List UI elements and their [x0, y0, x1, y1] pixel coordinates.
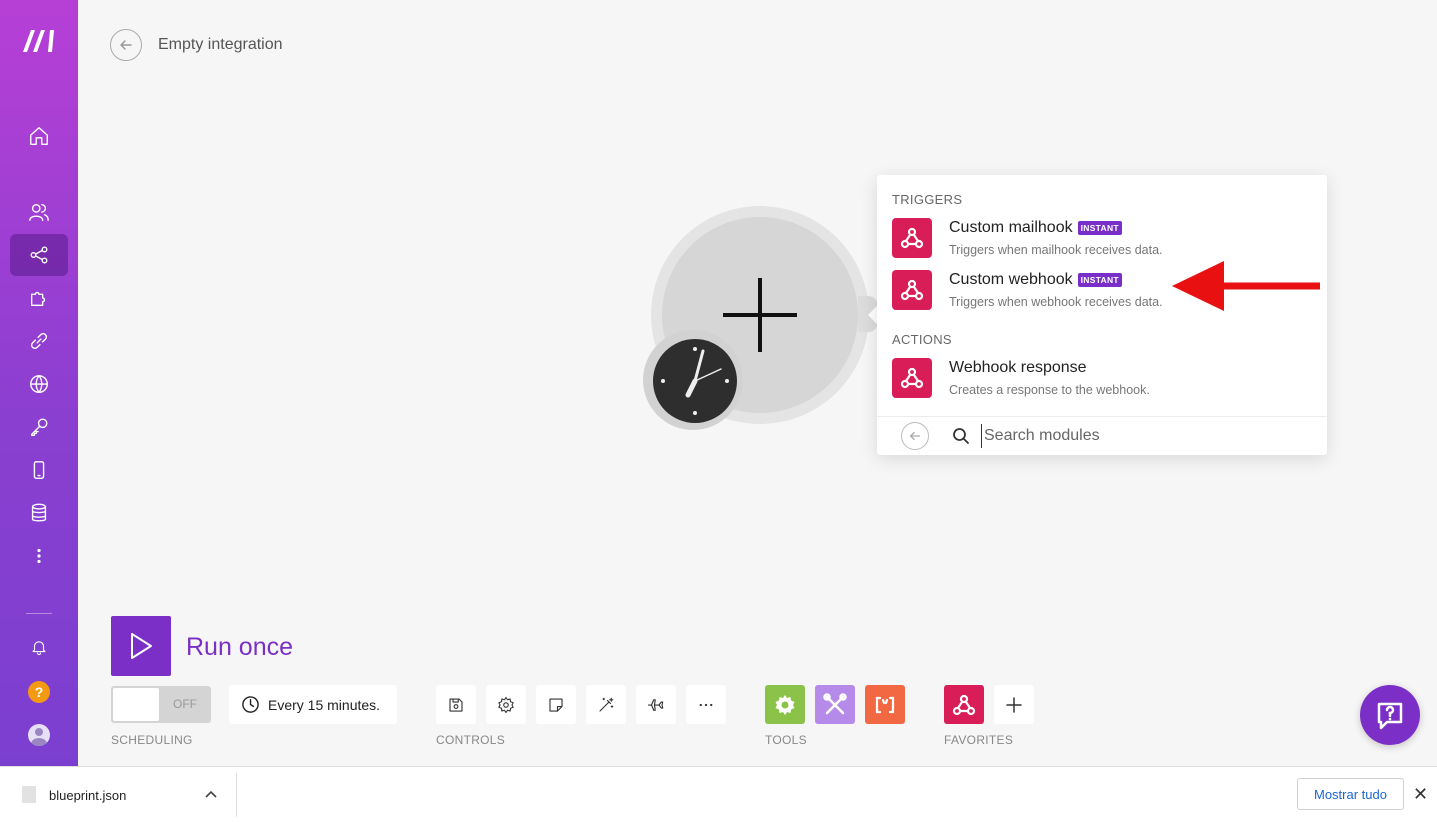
actions-section-label: ACTIONS [892, 332, 952, 347]
toggle-state: OFF [173, 697, 197, 711]
database-icon [31, 503, 47, 522]
module-title: Webhook response [949, 359, 1087, 376]
instant-badge: INSTANT [1077, 273, 1122, 287]
clock-icon [653, 339, 737, 423]
module-picker-popup: TRIGGERS Custom mailhook INSTANT Triggers… [877, 175, 1327, 455]
gear-icon [775, 694, 795, 715]
magic-wand-icon [599, 697, 614, 712]
plus-icon-h [723, 313, 797, 317]
tools-utilities-button[interactable] [815, 685, 855, 724]
webhook-icon [952, 694, 976, 715]
close-icon[interactable]: ✕ [1413, 784, 1428, 805]
scenarios-icon [30, 246, 48, 264]
arrow-left-icon [909, 431, 921, 441]
brackets-icon [875, 696, 895, 713]
sidebar-item-scenarios[interactable] [10, 234, 68, 276]
scheduling-toggle[interactable]: OFF [111, 686, 211, 723]
explain-flow-button[interactable] [636, 685, 676, 724]
save-icon [449, 697, 463, 712]
schedule-settings-button[interactable]: Every 15 minutes. [229, 685, 397, 724]
play-icon [131, 633, 152, 659]
module-description: Creates a response to the webhook. [949, 383, 1150, 397]
more-vertical-icon [37, 548, 41, 564]
make-logo[interactable] [21, 26, 57, 54]
module-title: Custom mailhook [949, 219, 1073, 236]
team-icon [29, 203, 49, 221]
key-icon [30, 418, 48, 436]
sidebar-item-apps[interactable] [10, 277, 68, 319]
phone-icon [33, 461, 45, 479]
clock-icon [242, 696, 259, 713]
sidebar-item-team[interactable] [10, 191, 68, 233]
sidebar: ? [0, 0, 78, 766]
sidebar-item-connections[interactable] [10, 320, 68, 362]
apps-icon [30, 291, 46, 307]
download-separator [236, 773, 237, 817]
sidebar-item-home[interactable] [10, 115, 68, 157]
help-chat-button[interactable] [1360, 685, 1420, 745]
save-button[interactable] [436, 685, 476, 724]
instant-badge: INSTANT [1077, 221, 1122, 235]
airplane-icon [647, 698, 664, 711]
download-file-name[interactable]: blueprint.json [49, 788, 126, 803]
sidebar-item-devices[interactable] [10, 449, 68, 491]
file-icon [22, 786, 36, 803]
settings-button[interactable] [486, 685, 526, 724]
sidebar-item-more[interactable] [10, 535, 68, 577]
page-title[interactable]: Empty integration [158, 36, 283, 54]
download-bar: blueprint.json Mostrar tudo ✕ [0, 766, 1437, 822]
webhook-icon [892, 358, 932, 398]
sidebar-item-keys[interactable] [10, 406, 68, 448]
module-description: Triggers when webhook receives data. [949, 295, 1163, 309]
chevron-up-icon[interactable] [205, 787, 217, 801]
scheduling-label: SCHEDULING [111, 733, 193, 747]
auto-align-button[interactable] [586, 685, 626, 724]
popup-divider [877, 416, 1327, 417]
help-icon[interactable]: ? [28, 681, 50, 703]
add-favorite-button[interactable] [994, 685, 1034, 724]
favorites-label: FAVORITES [944, 733, 1014, 747]
module-webhook-response[interactable]: Webhook response Creates a response to t… [892, 358, 1312, 404]
triggers-section-label: TRIGGERS [892, 192, 963, 207]
search-icon [953, 428, 969, 444]
arrow-left-icon [120, 40, 132, 50]
avatar[interactable] [28, 724, 50, 746]
module-description: Triggers when mailhook receives data. [949, 243, 1163, 257]
sidebar-divider [26, 613, 52, 614]
popup-back-button[interactable] [901, 422, 929, 450]
module-title: Custom webhook [949, 271, 1073, 288]
search-modules-input[interactable] [981, 424, 1301, 448]
webhook-icon [892, 270, 932, 310]
chat-question-icon [1377, 702, 1403, 730]
tools-label: TOOLS [765, 733, 807, 747]
tools-icon [823, 692, 847, 714]
schedule-text: Every 15 minutes. [268, 696, 381, 713]
toggle-knob [113, 688, 159, 721]
red-arrow-annotation [1172, 261, 1320, 311]
more-horizontal-icon [699, 703, 713, 706]
sidebar-item-datastores[interactable] [10, 492, 68, 534]
globe-icon [30, 375, 48, 393]
gear-icon [498, 696, 514, 713]
run-once-button[interactable] [111, 616, 171, 676]
sidebar-item-webhooks[interactable] [10, 363, 68, 405]
sidebar-item-notifications[interactable] [10, 626, 68, 668]
favorite-webhooks-button[interactable] [944, 685, 984, 724]
bell-icon [32, 641, 46, 655]
tools-text-parser-button[interactable] [865, 685, 905, 724]
controls-label: CONTROLS [436, 733, 506, 747]
show-all-downloads-button[interactable]: Mostrar tudo [1297, 778, 1404, 810]
webhook-icon [892, 218, 932, 258]
tools-flow-control-button[interactable] [765, 685, 805, 724]
connections-icon [30, 332, 48, 350]
notes-button[interactable] [536, 685, 576, 724]
note-icon [549, 697, 563, 712]
back-button[interactable] [110, 29, 142, 61]
run-once-label[interactable]: Run once [186, 633, 293, 662]
plus-icon [1006, 696, 1022, 713]
home-icon [30, 127, 48, 145]
more-options-button[interactable] [686, 685, 726, 724]
